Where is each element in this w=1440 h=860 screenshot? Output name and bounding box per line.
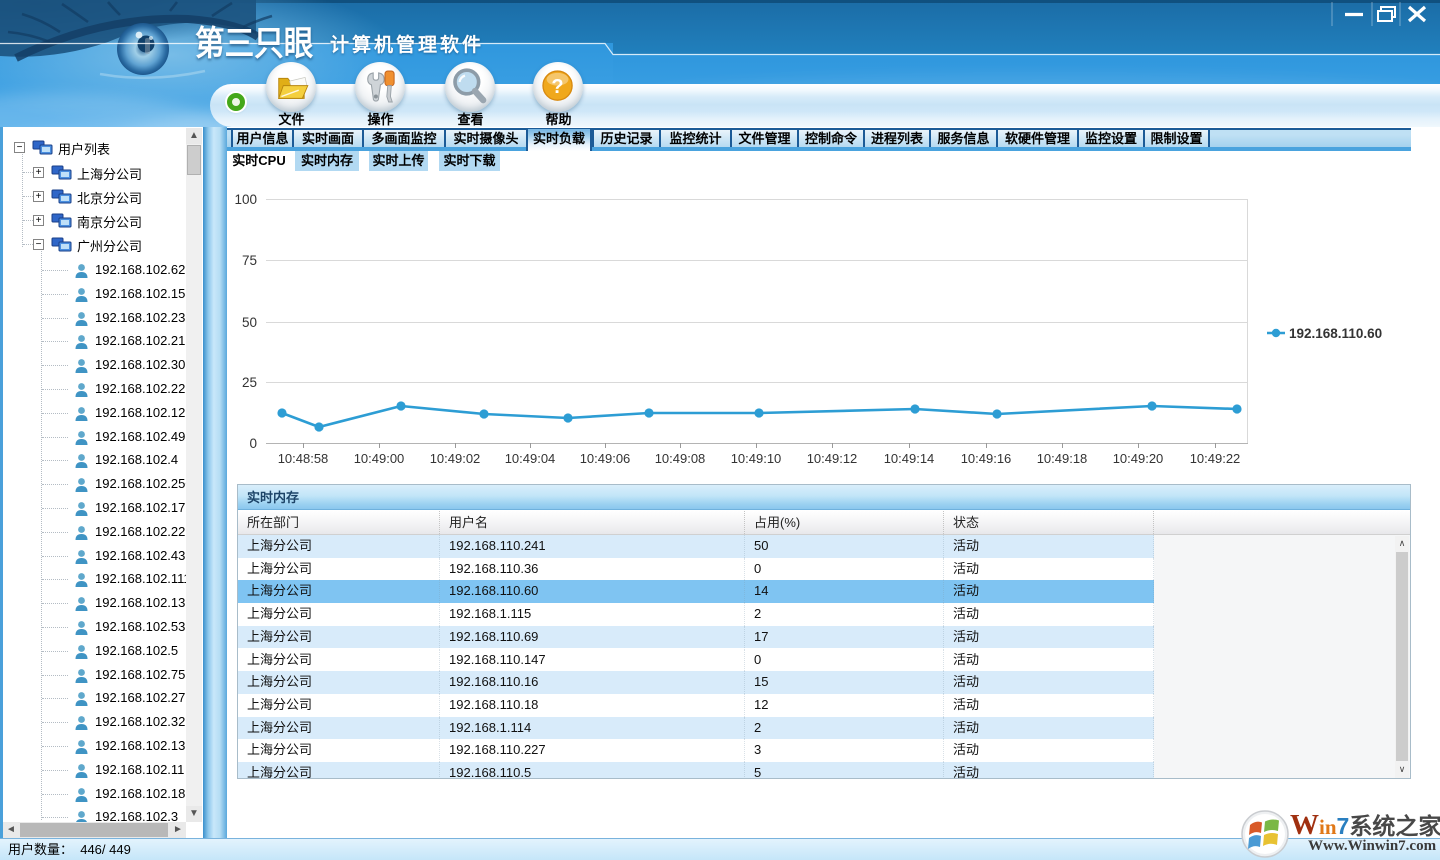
svg-text:10:49:20: 10:49:20 xyxy=(1113,451,1164,466)
svg-text:10:49:08: 10:49:08 xyxy=(655,451,706,466)
svg-text:10:49:22: 10:49:22 xyxy=(1190,451,1241,466)
svg-text:10:49:16: 10:49:16 xyxy=(961,451,1012,466)
svg-text:10:49:04: 10:49:04 xyxy=(505,451,556,466)
svg-text:10:49:12: 10:49:12 xyxy=(807,451,858,466)
svg-text:0: 0 xyxy=(249,436,257,451)
svg-text:10:49:06: 10:49:06 xyxy=(580,451,631,466)
svg-text:10:49:14: 10:49:14 xyxy=(884,451,935,466)
svg-text:?: ? xyxy=(551,76,563,98)
svg-text:100: 100 xyxy=(234,192,257,207)
svg-text:10:49:18: 10:49:18 xyxy=(1037,451,1088,466)
svg-text:75: 75 xyxy=(242,253,257,268)
svg-text:25: 25 xyxy=(242,375,257,390)
svg-text:10:49:00: 10:49:00 xyxy=(354,451,405,466)
svg-text:192.168.110.60: 192.168.110.60 xyxy=(1289,326,1382,341)
svg-text:50: 50 xyxy=(242,315,257,330)
svg-text:10:49:10: 10:49:10 xyxy=(731,451,782,466)
svg-text:10:48:58: 10:48:58 xyxy=(278,451,329,466)
svg-text:10:49:02: 10:49:02 xyxy=(430,451,481,466)
